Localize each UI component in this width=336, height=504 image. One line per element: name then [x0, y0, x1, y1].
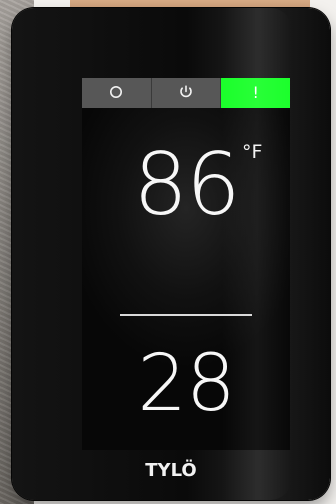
- secondary-value: 28: [137, 339, 235, 429]
- mode-bar: !: [82, 78, 290, 108]
- touch-screen: ! 86 °F 28: [82, 78, 290, 450]
- on-icon: !: [252, 83, 259, 102]
- sauna-control-panel: ! 86 °F 28 TYLÖ: [12, 8, 330, 500]
- tylo-logo: TYLÖ: [12, 456, 330, 488]
- divider: [120, 314, 252, 316]
- brand-logo-text: TYLÖ: [145, 459, 196, 481]
- temperature-unit: °F: [242, 141, 263, 163]
- mode-on-button[interactable]: !: [221, 78, 290, 108]
- mode-power-button[interactable]: [151, 78, 222, 108]
- mode-off-button[interactable]: [82, 78, 152, 108]
- power-icon: [178, 84, 194, 103]
- circle-icon: [109, 85, 123, 102]
